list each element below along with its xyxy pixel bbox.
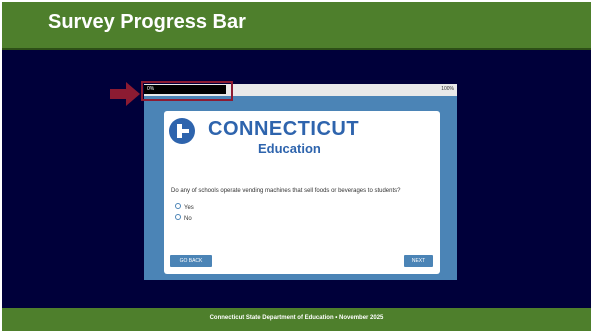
slide-title: Survey Progress Bar (48, 11, 246, 33)
option-no-label: No (184, 216, 192, 222)
logo-wordmark: CONNECTICUT (208, 118, 360, 140)
footer-bar: Connecticut State Department of Educatio… (2, 308, 591, 331)
go-back-button[interactable]: GO BACK (170, 255, 212, 267)
right-arrow-icon (110, 82, 140, 106)
survey-question: Do any of schools operate vending machin… (171, 188, 401, 194)
logo-subtitle: Education (258, 141, 321, 156)
radio-icon[interactable] (175, 214, 181, 221)
progress-end-label: 100% (441, 86, 454, 92)
option-yes[interactable]: Yes (175, 203, 194, 212)
footer-text: Connecticut State Department of Educatio… (209, 315, 384, 321)
slide: Survey Progress Bar 0% 100% CONNECTICUT … (2, 2, 591, 331)
next-button[interactable]: NEXT (404, 255, 433, 267)
title-divider (2, 48, 591, 50)
connecticut-c-logo-icon (169, 118, 195, 144)
survey-screenshot: 0% 100% CONNECTICUT Education Do any of … (144, 84, 457, 280)
survey-card: CONNECTICUT Education Do any of schools … (164, 111, 440, 274)
radio-icon[interactable] (175, 203, 181, 210)
title-bar: Survey Progress Bar (2, 2, 591, 48)
option-yes-label: Yes (184, 205, 194, 211)
option-no[interactable]: No (175, 214, 192, 223)
progress-bar-highlight (141, 81, 233, 101)
